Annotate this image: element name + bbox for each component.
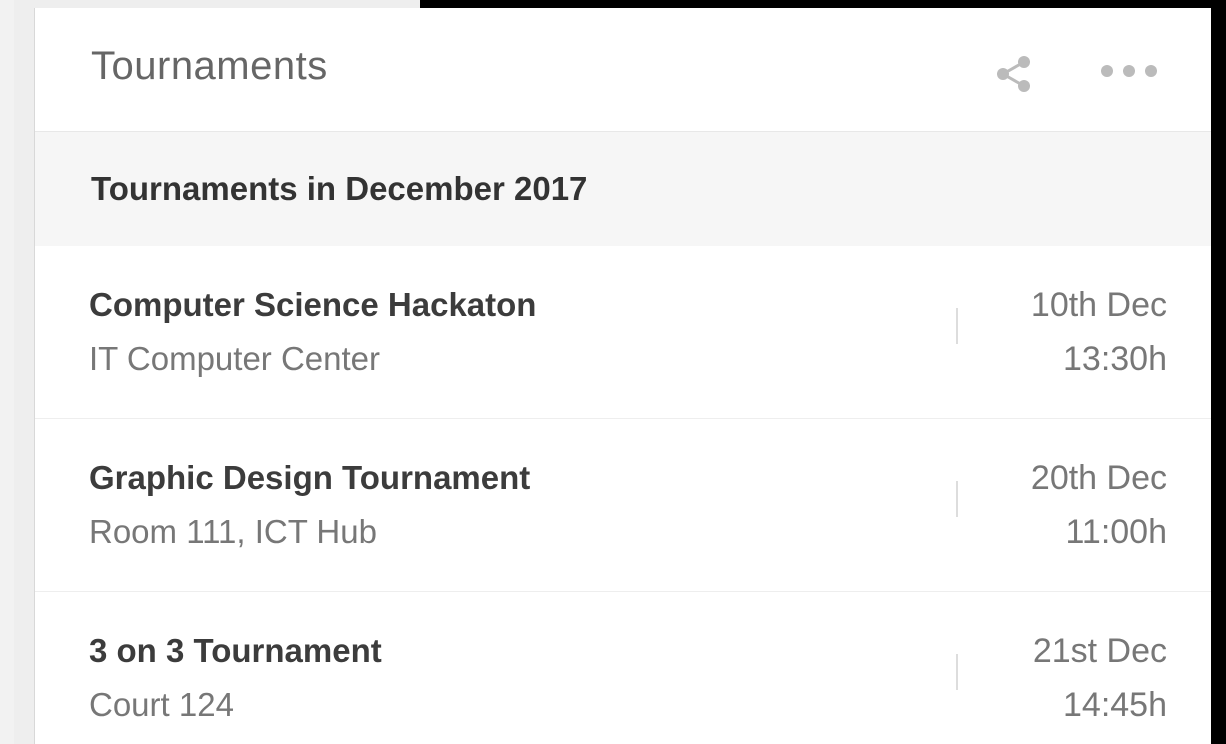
row-divider xyxy=(956,481,958,517)
tournament-date: 20th Dec xyxy=(1030,459,1167,497)
tournament-name: Computer Science Hackaton xyxy=(89,286,537,323)
tournament-date: 10th Dec xyxy=(1030,286,1167,324)
tournament-location: Court 124 xyxy=(89,686,234,723)
tournament-location: IT Computer Center xyxy=(89,340,381,377)
row-divider xyxy=(956,654,958,690)
row-divider xyxy=(956,308,958,344)
section-title: Tournaments in December 2017 xyxy=(91,170,588,207)
tournament-time: 14:45h xyxy=(1063,686,1167,724)
tournament-time: 11:00h xyxy=(1065,513,1167,551)
tournament-name: Graphic Design Tournament xyxy=(89,459,531,496)
tournament-row[interactable]: Computer Science Hackaton IT Computer Ce… xyxy=(35,246,1211,419)
tournaments-card: Tournaments Tournaments in December 2017… xyxy=(34,8,1211,744)
card-header: Tournaments xyxy=(35,8,1211,132)
share-icon[interactable] xyxy=(993,52,1037,96)
tournament-row[interactable]: Graphic Design Tournament Room 111, ICT … xyxy=(35,419,1211,592)
tournament-name: 3 on 3 Tournament xyxy=(89,632,382,669)
tournament-location: Room 111, ICT Hub xyxy=(89,513,377,550)
more-horizontal-icon[interactable] xyxy=(1095,56,1163,86)
page-edge xyxy=(0,0,14,744)
tournament-row[interactable]: 3 on 3 Tournament Court 124 21st Dec 14:… xyxy=(35,592,1211,744)
card-title: Tournaments xyxy=(91,44,328,88)
tournament-date: 21st Dec xyxy=(1032,632,1167,670)
section-header: Tournaments in December 2017 xyxy=(35,132,1211,246)
tournament-time: 13:30h xyxy=(1063,340,1167,378)
